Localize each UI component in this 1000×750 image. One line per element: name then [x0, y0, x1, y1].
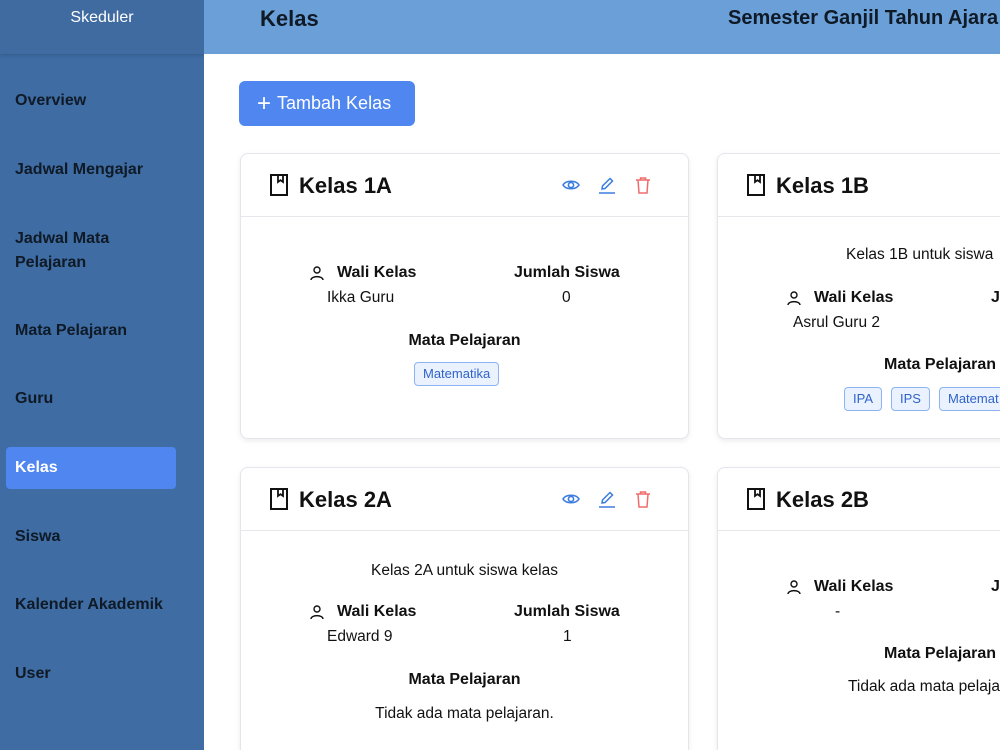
card-title: Kelas 2B: [776, 487, 869, 512]
jumlah-siswa-label: Jumlah Siswa: [514, 264, 620, 281]
wali-kelas-value: Edward 9: [327, 628, 393, 645]
wali-kelas-label: Wali Kelas: [337, 603, 417, 620]
wali-kelas-label: Wali Kelas: [814, 578, 894, 595]
card-header: Kelas 1B: [718, 154, 1000, 217]
card-header: Kelas 1A: [241, 154, 688, 217]
card-actions: [561, 175, 651, 195]
class-card: Kelas 1B Kelas 1B untuk siswa Wali Kelas…: [717, 153, 1000, 439]
wali-kelas-label: Wali Kelas: [814, 289, 894, 306]
plus-icon: +: [257, 90, 272, 117]
mata-pelajaran-label: Mata Pelajaran: [408, 671, 521, 688]
sidebar-item-jadwal-mengajar[interactable]: Jadwal Mengajar: [6, 158, 176, 182]
wali-kelas-value: -: [835, 603, 841, 620]
no-subjects-text: Tidak ada mata pelaja: [848, 678, 1000, 695]
jumlah-siswa-label: Jumlah Siswa: [514, 603, 620, 620]
jumlah-siswa-value: 0: [562, 289, 571, 306]
mata-pelajaran-label: Mata Pelajaran: [884, 356, 997, 373]
app-brand: Skeduler: [0, 0, 204, 54]
card-header: Kelas 2B: [718, 468, 1000, 531]
class-card: Kelas 1A Wali Kelas Ikka Guru Jumlah Sis…: [240, 153, 689, 439]
sidebar-item-kalender-akademik[interactable]: Kalender Akademik: [6, 593, 176, 617]
trash-icon[interactable]: [633, 489, 653, 509]
card-description: Kelas 1B untuk siswa: [846, 246, 994, 263]
sidebar: Skeduler Overview Jadwal Mengajar Jadwal…: [0, 0, 204, 750]
user-icon: [310, 605, 324, 620]
page-title: Kelas: [260, 6, 319, 31]
wali-kelas-label: Wali Kelas: [337, 264, 417, 281]
card-header: Kelas 2A: [241, 468, 688, 531]
subject-tag: Matematika: [414, 362, 500, 386]
eye-icon[interactable]: [561, 175, 581, 195]
card-description: Kelas 2A untuk siswa kelas: [371, 562, 558, 579]
mata-pelajaran-label: Mata Pelajaran: [884, 645, 997, 662]
sidebar-item-jadwal-mata-pelajaran[interactable]: Jadwal Mata Pelajaran: [6, 227, 166, 275]
wali-kelas-value: Asrul Guru 2: [793, 314, 881, 331]
trash-icon[interactable]: [633, 175, 653, 195]
mata-pelajaran-label: Mata Pelajaran: [408, 332, 521, 349]
user-icon: [787, 291, 801, 306]
pencil-icon[interactable]: [597, 489, 617, 509]
pencil-icon[interactable]: [597, 175, 617, 195]
semester-label: Semester Ganjil Tahun Ajara: [728, 7, 999, 29]
book-icon: [747, 488, 765, 510]
user-icon: [787, 580, 801, 595]
subject-tag: IPA: [844, 387, 882, 411]
add-class-label: Tambah Kelas: [277, 93, 392, 113]
class-card: Kelas 2A Kelas 2A untuk siswa kelas Wali…: [240, 467, 689, 750]
no-subjects-text: Tidak ada mata pelajaran.: [375, 705, 554, 722]
sidebar-item-user[interactable]: User: [6, 662, 176, 686]
subject-tag: Matemat: [939, 387, 1000, 411]
jumlah-siswa-value: 1: [563, 628, 572, 645]
card-title: Kelas 2A: [299, 487, 392, 512]
top-header: Kelas Semester Ganjil Tahun Ajara: [204, 0, 1000, 54]
jumlah-siswa-label: J: [991, 289, 1000, 306]
card-title: Kelas 1A: [299, 173, 392, 198]
jumlah-siswa-label: J: [991, 578, 1000, 595]
add-class-button[interactable]: + Tambah Kelas: [239, 81, 415, 126]
wali-kelas-value: Ikka Guru: [327, 289, 395, 306]
sidebar-item-overview[interactable]: Overview: [6, 89, 176, 113]
subject-tag: IPS: [891, 387, 930, 411]
eye-icon[interactable]: [561, 489, 581, 509]
class-card: Kelas 2B Wali Kelas - J Mata Pelajaran T…: [717, 467, 1000, 750]
sidebar-item-siswa[interactable]: Siswa: [6, 525, 176, 549]
main-content: + Tambah Kelas Kelas 1A Wali Kelas Ikka …: [204, 54, 1000, 750]
card-actions: [561, 489, 651, 509]
user-icon: [310, 266, 324, 281]
book-icon: [747, 174, 765, 196]
book-icon: [270, 488, 288, 510]
sidebar-item-guru[interactable]: Guru: [6, 387, 176, 411]
sidebar-item-mata-pelajaran[interactable]: Mata Pelajaran: [6, 319, 176, 343]
book-icon: [270, 174, 288, 196]
card-title: Kelas 1B: [776, 173, 869, 198]
sidebar-item-kelas[interactable]: Kelas: [6, 447, 176, 489]
